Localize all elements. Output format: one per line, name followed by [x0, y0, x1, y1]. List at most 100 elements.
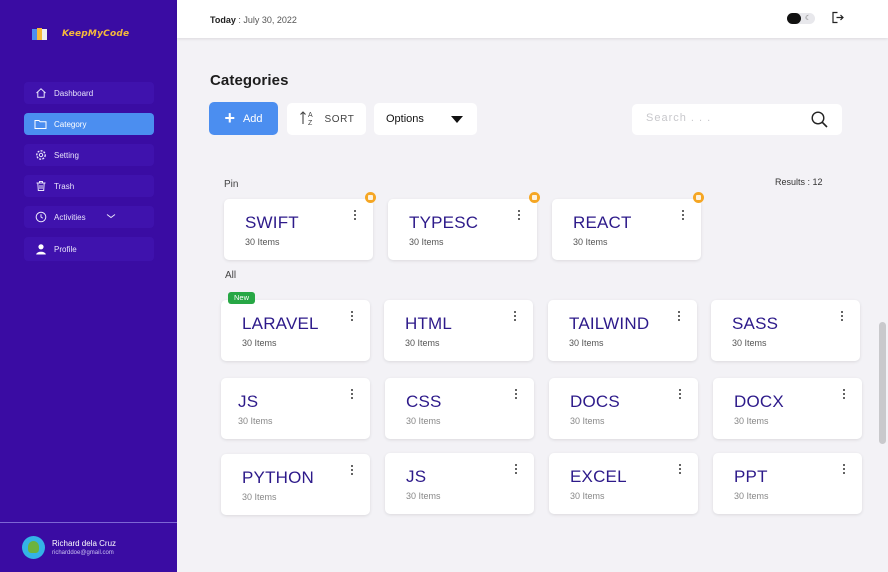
pin-section-label: Pin: [224, 179, 239, 190]
card-title: JS: [406, 467, 427, 486]
card-title: PPT: [734, 467, 768, 486]
pin-icon[interactable]: [693, 192, 704, 203]
card-title: CSS: [406, 392, 442, 411]
card-count: 30 Items: [405, 338, 440, 348]
search-input[interactable]: [646, 112, 796, 124]
card-count: 30 Items: [734, 416, 769, 426]
plus-icon: +: [224, 107, 235, 128]
category-card[interactable]: TAILWIND 30 Items: [548, 300, 697, 361]
svg-text:Z: Z: [308, 120, 313, 126]
card-count: 30 Items: [569, 338, 604, 348]
card-title: PYTHON: [242, 468, 315, 487]
more-icon[interactable]: [518, 210, 521, 222]
card-title: EXCEL: [570, 467, 627, 486]
card-count: 30 Items: [570, 491, 605, 501]
more-icon[interactable]: [515, 464, 518, 476]
user-icon: [34, 243, 47, 256]
caret-down-icon: [451, 116, 463, 123]
sun-icon: [787, 13, 801, 24]
card-title: LARAVEL: [242, 314, 319, 333]
top-bar: Today : July 30, 2022 ☾: [177, 0, 888, 38]
more-icon[interactable]: [351, 311, 354, 323]
sort-button[interactable]: AZ SORT: [287, 103, 366, 135]
category-card[interactable]: DOCX 30 Items: [713, 378, 862, 439]
options-dropdown[interactable]: Options: [374, 103, 477, 135]
today-date: Today : July 30, 2022: [210, 15, 297, 25]
new-badge: New: [228, 292, 256, 304]
trash-icon: [34, 180, 47, 193]
sidebar-item-setting[interactable]: Setting: [24, 144, 154, 166]
results-count: Results : 12: [775, 177, 823, 187]
more-icon[interactable]: [354, 210, 357, 222]
app-logo[interactable]: KeepMyCode: [32, 27, 129, 41]
add-button[interactable]: + Add: [209, 102, 278, 135]
card-count: 30 Items: [245, 237, 280, 247]
avatar: [22, 536, 45, 559]
folder-icon: [34, 118, 47, 131]
options-label: Options: [386, 113, 424, 125]
category-card[interactable]: DOCS 30 Items: [549, 378, 698, 439]
page-title: Categories: [210, 72, 289, 89]
user-email: richarddoe@gmail.com: [52, 550, 114, 556]
category-card[interactable]: JS 30 Items: [221, 378, 370, 439]
app-name: KeepMyCode: [62, 29, 130, 39]
category-card[interactable]: PPT 30 Items: [713, 453, 862, 514]
scrollbar[interactable]: [879, 322, 886, 444]
more-icon[interactable]: [351, 465, 354, 477]
more-icon[interactable]: [843, 389, 846, 401]
sidebar-item-trash[interactable]: Trash: [24, 175, 154, 197]
search-icon[interactable]: [810, 110, 829, 134]
more-icon[interactable]: [679, 389, 682, 401]
gear-icon: [34, 149, 47, 162]
user-profile[interactable]: Richard dela Cruz richarddoe@gmail.com: [0, 522, 177, 572]
category-card-pinned[interactable]: TYPESC 30 Items: [388, 192, 540, 260]
card-title: DOCX: [734, 392, 784, 411]
category-card-pinned[interactable]: REACT 30 Items: [552, 192, 704, 260]
more-icon[interactable]: [682, 210, 685, 222]
sidebar-item-category[interactable]: Category: [24, 113, 154, 135]
search-box: [632, 104, 842, 135]
category-card[interactable]: CSS 30 Items: [385, 378, 534, 439]
sidebar-item-label: Activities: [54, 212, 86, 222]
moon-icon: ☾: [805, 15, 812, 22]
sort-label: SORT: [324, 113, 355, 125]
card-title: TYPESC: [409, 213, 479, 232]
card-count: 30 Items: [406, 416, 441, 426]
card-title: TAILWIND: [569, 314, 650, 333]
more-icon[interactable]: [351, 389, 354, 401]
all-section-label: All: [225, 270, 237, 281]
sidebar-item-profile[interactable]: Profile: [24, 237, 154, 261]
more-icon[interactable]: [843, 464, 846, 476]
sidebar-item-label: Category: [54, 119, 87, 129]
category-card[interactable]: LARAVEL 30 Items: [221, 300, 370, 361]
card-count: 30 Items: [573, 237, 608, 247]
card-title: DOCS: [570, 392, 620, 411]
svg-text:A: A: [308, 112, 313, 119]
category-card[interactable]: PYTHON 30 Items: [221, 454, 370, 515]
more-icon[interactable]: [514, 311, 517, 323]
category-card[interactable]: HTML 30 Items: [384, 300, 533, 361]
sidebar-nav: Dashboard Category Setting Trash Activit…: [24, 82, 154, 270]
logout-icon[interactable]: [831, 11, 844, 29]
pin-icon[interactable]: [529, 192, 540, 203]
category-card[interactable]: JS 30 Items: [385, 453, 534, 514]
more-icon[interactable]: [841, 311, 844, 323]
theme-toggle[interactable]: ☾: [787, 13, 815, 24]
sidebar-item-activities[interactable]: Activities: [24, 206, 154, 228]
card-title: REACT: [573, 213, 632, 232]
category-card[interactable]: SASS 30 Items: [711, 300, 860, 361]
more-icon[interactable]: [515, 389, 518, 401]
sidebar-item-dashboard[interactable]: Dashboard: [24, 82, 154, 104]
home-icon: [34, 87, 47, 100]
more-icon[interactable]: [678, 311, 681, 323]
add-label: Add: [242, 112, 263, 125]
category-card-pinned[interactable]: SWIFT 30 Items: [224, 192, 376, 260]
more-icon[interactable]: [679, 464, 682, 476]
card-count: 30 Items: [734, 491, 769, 501]
card-count: 30 Items: [732, 338, 767, 348]
sort-az-icon: AZ: [299, 110, 319, 129]
date-value: : July 30, 2022: [235, 15, 297, 25]
category-card[interactable]: EXCEL 30 Items: [549, 453, 698, 514]
chevron-down-icon[interactable]: [106, 212, 116, 222]
pin-icon[interactable]: [365, 192, 376, 203]
